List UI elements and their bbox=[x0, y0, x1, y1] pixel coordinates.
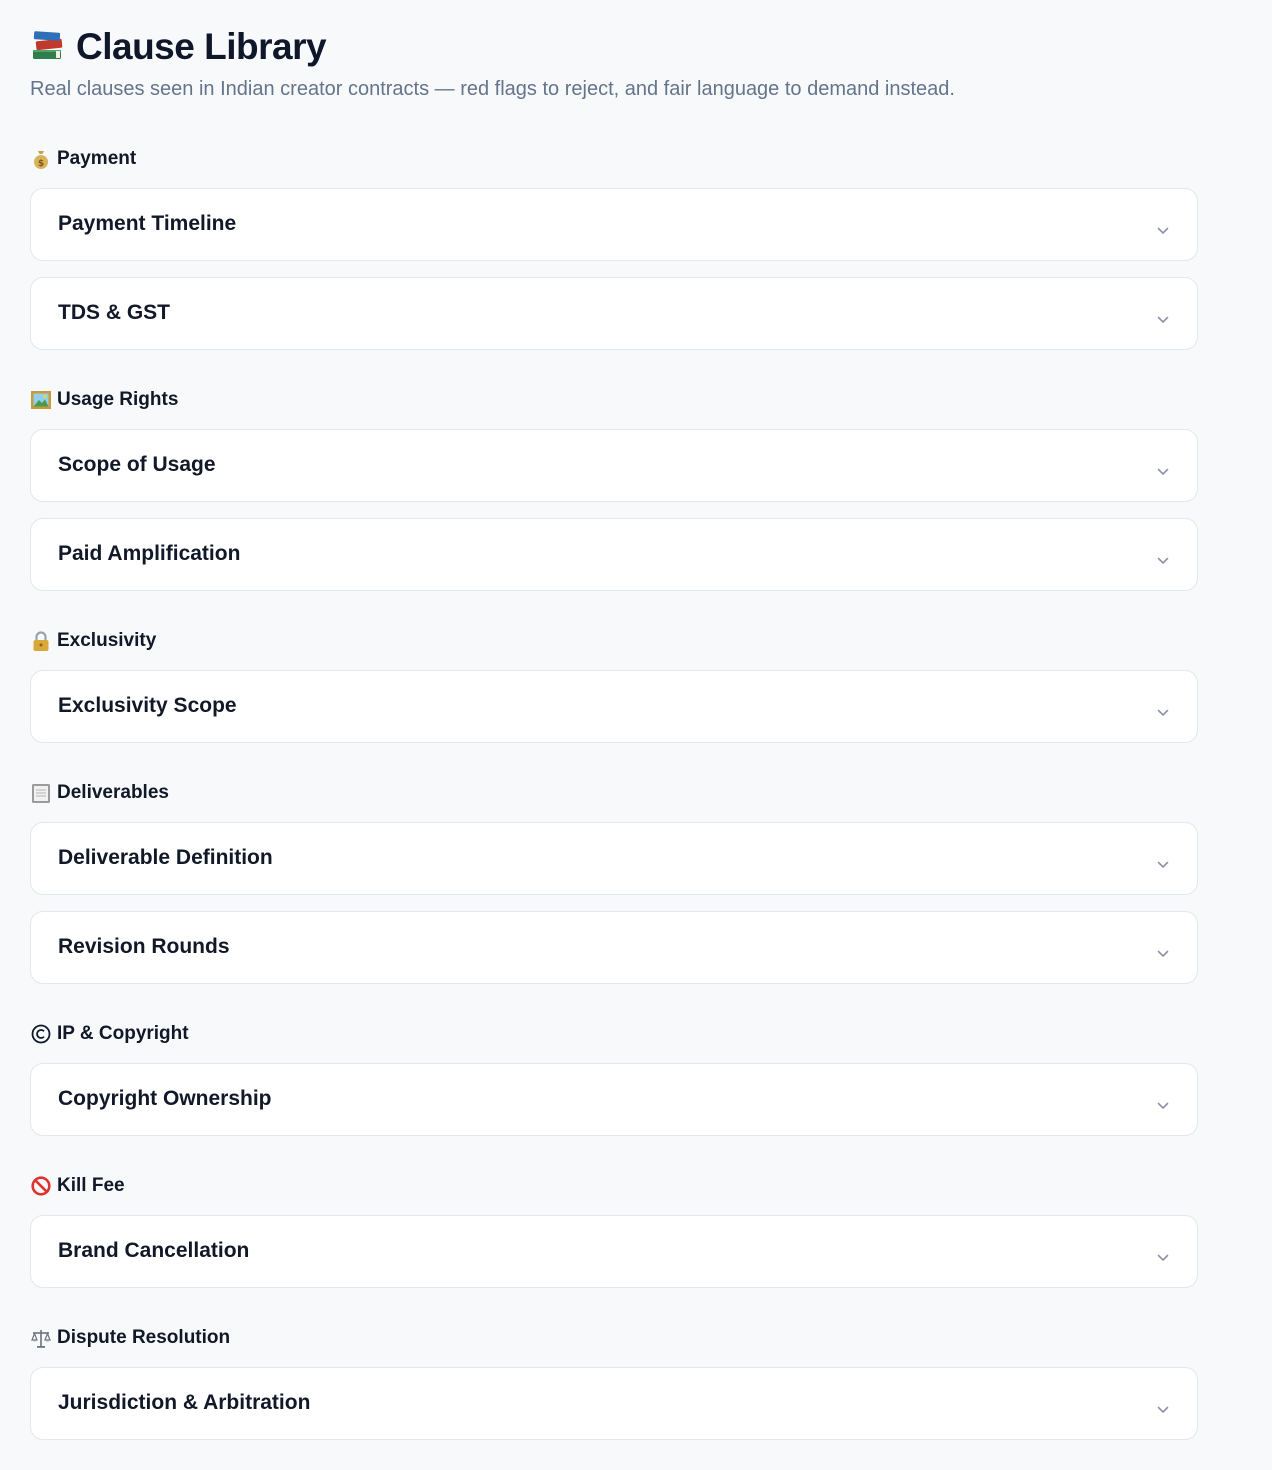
clause-title: Scope of Usage bbox=[58, 452, 216, 476]
clause-card-payment-timeline[interactable]: Payment Timeline bbox=[30, 188, 1198, 261]
section-heading: Usage Rights bbox=[30, 388, 1198, 412]
copyright-icon bbox=[30, 1023, 52, 1045]
clause-card-scope-of-usage[interactable]: Scope of Usage bbox=[30, 429, 1198, 502]
page-header: Clause Library bbox=[30, 26, 1272, 68]
page-subtitle: Real clauses seen in Indian creator cont… bbox=[30, 78, 955, 100]
scales-icon bbox=[30, 1327, 52, 1349]
clause-title: Exclusivity Scope bbox=[58, 693, 237, 717]
section-label: IP & Copyright bbox=[57, 1023, 189, 1044]
clause-card-revision-rounds[interactable]: Revision Rounds bbox=[30, 911, 1198, 984]
clause-card-paid-amplification[interactable]: Paid Amplification bbox=[30, 518, 1198, 591]
page-title: Clause Library bbox=[76, 26, 327, 67]
svg-text:$: $ bbox=[38, 159, 44, 169]
section-usage-rights: Usage Rights Scope of Usage Paid Amplifi… bbox=[30, 388, 1198, 591]
section-heading: Dispute Resolution bbox=[30, 1326, 1198, 1350]
framed-picture-icon bbox=[30, 389, 52, 411]
clause-title: Deliverable Definition bbox=[58, 845, 273, 869]
section-label: Payment bbox=[57, 148, 137, 169]
section-heading: Exclusivity bbox=[30, 629, 1198, 653]
clause-title: Jurisdiction & Arbitration bbox=[58, 1390, 311, 1414]
chevron-down-icon bbox=[1157, 950, 1169, 957]
clipboard-icon bbox=[30, 782, 52, 804]
section-payment: $ Payment Payment Timeline TDS & GST bbox=[30, 147, 1198, 350]
section-dispute-resolution: Dispute Resolution Jurisdiction & Arbitr… bbox=[30, 1326, 1198, 1440]
section-deliverables: Deliverables Deliverable Definition Revi… bbox=[30, 781, 1198, 984]
prohibited-icon bbox=[30, 1175, 52, 1197]
chevron-down-icon bbox=[1157, 1102, 1169, 1109]
section-label: Kill Fee bbox=[57, 1175, 125, 1196]
clause-card-brand-cancellation[interactable]: Brand Cancellation bbox=[30, 1215, 1198, 1288]
chevron-down-icon bbox=[1157, 557, 1169, 564]
clause-card-copyright-ownership[interactable]: Copyright Ownership bbox=[30, 1063, 1198, 1136]
clause-title: Payment Timeline bbox=[58, 211, 237, 235]
section-heading: IP & Copyright bbox=[30, 1022, 1198, 1046]
section-heading: Deliverables bbox=[30, 781, 1198, 805]
clause-card-exclusivity-scope[interactable]: Exclusivity Scope bbox=[30, 670, 1198, 743]
clause-title: Brand Cancellation bbox=[58, 1238, 250, 1262]
clause-card-deliverable-definition[interactable]: Deliverable Definition bbox=[30, 822, 1198, 895]
section-kill-fee: Kill Fee Brand Cancellation bbox=[30, 1174, 1198, 1288]
section-label: Usage Rights bbox=[57, 389, 179, 410]
clause-title: TDS & GST bbox=[58, 300, 171, 324]
chevron-down-icon bbox=[1157, 861, 1169, 868]
section-ip-copyright: IP & Copyright Copyright Ownership bbox=[30, 1022, 1198, 1136]
clause-card-jurisdiction-arbitration[interactable]: Jurisdiction & Arbitration bbox=[30, 1367, 1198, 1440]
chevron-down-icon bbox=[1157, 709, 1169, 716]
chevron-down-icon bbox=[1157, 316, 1169, 323]
clause-title: Paid Amplification bbox=[58, 541, 241, 565]
sections-list: $ Payment Payment Timeline TDS & GST Usa… bbox=[30, 147, 1272, 1440]
chevron-down-icon bbox=[1157, 468, 1169, 475]
chevron-down-icon bbox=[1157, 1406, 1169, 1413]
section-heading: Kill Fee bbox=[30, 1174, 1198, 1198]
section-label: Exclusivity bbox=[57, 630, 157, 651]
clause-library-page: Clause Library Real clauses seen in Indi… bbox=[0, 0, 1272, 1440]
clause-card-tds-gst[interactable]: TDS & GST bbox=[30, 277, 1198, 350]
clause-title: Copyright Ownership bbox=[58, 1086, 272, 1110]
section-exclusivity: Exclusivity Exclusivity Scope bbox=[30, 629, 1198, 743]
chevron-down-icon bbox=[1157, 227, 1169, 234]
section-heading: $ Payment bbox=[30, 147, 1198, 171]
section-label: Dispute Resolution bbox=[57, 1327, 231, 1348]
section-label: Deliverables bbox=[57, 782, 169, 803]
clause-title: Revision Rounds bbox=[58, 934, 230, 958]
lock-icon bbox=[30, 630, 52, 652]
money-bag-icon: $ bbox=[30, 148, 52, 170]
chevron-down-icon bbox=[1157, 1254, 1169, 1261]
books-icon bbox=[30, 28, 66, 67]
